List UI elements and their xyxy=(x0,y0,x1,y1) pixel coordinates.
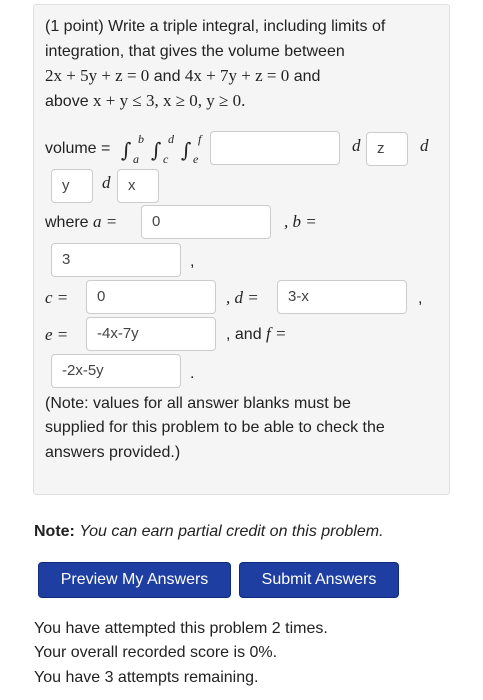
a-label: a = xyxy=(93,212,118,231)
problem-equations-line: 2x + 5y + z = 0 and 4x + 7y + z = 0 and xyxy=(45,64,320,89)
period: . xyxy=(190,365,195,382)
problem-intro-line1: (1 point) Write a triple integral, inclu… xyxy=(45,18,386,35)
equation-2: 4x + 7y + z = 0 xyxy=(184,66,290,85)
partial-credit-text: You can earn partial credit on this prob… xyxy=(79,523,384,540)
b-input[interactable]: 3 xyxy=(51,243,181,277)
f-input[interactable]: -2x-5y xyxy=(51,354,181,388)
and-text: and xyxy=(293,68,321,85)
and-f-label: , and f = xyxy=(226,322,287,347)
attempts-status: You have attempted this problem 2 times. xyxy=(34,620,328,637)
preview-answers-button[interactable]: Preview My Answers xyxy=(38,562,231,598)
partial-credit-note: Note: You can earn partial credit on thi… xyxy=(34,520,384,544)
where-a-label: where a = xyxy=(45,210,117,235)
triple-integral: ∫ b a ∫ d c ∫ f e xyxy=(121,132,209,168)
submit-answers-button[interactable]: Submit Answers xyxy=(239,562,399,598)
f-label: f = xyxy=(266,324,287,343)
lower-limit-e: e xyxy=(193,152,199,166)
d-label: , d = xyxy=(226,288,259,307)
lower-limit-a: a xyxy=(133,152,139,166)
blanks-note-line2: supplied for this problem to be able to … xyxy=(45,419,385,436)
comma: , xyxy=(418,290,423,307)
upper-limit-f: f xyxy=(198,132,202,146)
differential-d-2: d xyxy=(420,136,429,155)
remaining-status: You have 3 attempts remaining. xyxy=(34,669,259,686)
c-input[interactable]: 0 xyxy=(86,280,216,314)
where-text: where xyxy=(45,214,89,231)
b-label: , b = xyxy=(284,212,317,231)
problem-region-line: above x + y ≤ 3, x ≥ 0, y ≥ 0. xyxy=(45,89,245,114)
upper-limit-b: b xyxy=(138,132,144,146)
region-inequalities: x + y ≤ 3, x ≥ 0, y ≥ 0. xyxy=(93,91,246,110)
d-input[interactable]: 3-x xyxy=(277,280,407,314)
note-bold-label: Note: xyxy=(34,523,75,540)
blanks-note-line1: (Note: values for all answer blanks must… xyxy=(45,395,351,412)
a-input[interactable]: 0 xyxy=(141,205,271,239)
upper-limit-d: d xyxy=(168,132,174,146)
lower-limit-c: c xyxy=(163,152,169,166)
e-input[interactable]: -4x-7y xyxy=(86,317,216,351)
e-label: e = xyxy=(45,325,69,344)
problem-intro-line2: integration, that gives the volume betwe… xyxy=(45,43,345,60)
differential-d-3: d xyxy=(102,173,111,192)
and-prefix: , and xyxy=(226,326,262,343)
integral-sign-1: ∫ xyxy=(121,138,132,162)
equation-1: 2x + 5y + z = 0 xyxy=(45,66,150,85)
integral-sign-3: ∫ xyxy=(181,138,192,162)
integral-sign-2: ∫ xyxy=(151,138,162,162)
score-status: Your overall recorded score is 0%. xyxy=(34,644,278,661)
comma: , xyxy=(190,253,195,270)
integrand-input[interactable] xyxy=(210,131,340,165)
c-label: c = xyxy=(45,288,69,307)
differential-d-1: d xyxy=(352,136,361,155)
and-text: and xyxy=(153,68,181,85)
differential-var-1-input[interactable]: z xyxy=(366,132,408,166)
differential-var-3-input[interactable]: x xyxy=(117,169,159,203)
volume-label: volume = xyxy=(45,140,111,157)
differential-var-2-input[interactable]: y xyxy=(51,169,93,203)
above-text: above xyxy=(45,93,89,110)
blanks-note-line3: answers provided.) xyxy=(45,444,181,461)
